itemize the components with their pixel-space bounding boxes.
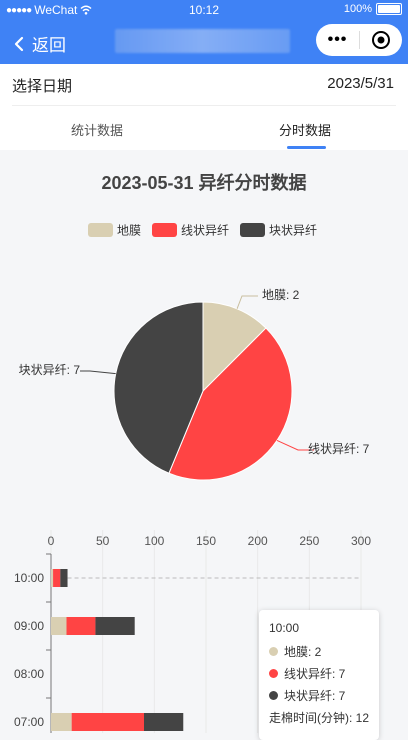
back-button[interactable]: 返回 [14,31,66,56]
tab-bar: 统计数据 分时数据 [0,106,408,150]
legend-dot [269,647,278,656]
bar-segment[interactable] [60,569,68,587]
more-menu-button[interactable]: ••• [316,31,359,49]
y-tick-label: 09:00 [14,619,44,633]
tooltip-footer: 走棉时间(分钟): 12 [269,711,370,725]
bar-segment[interactable] [71,713,144,731]
status-right: 100% [344,3,402,15]
chevron-left-icon [14,36,24,51]
battery-percent: 100% [343,3,372,15]
pie-chart: 地膜: 2 线状异纤: 7 块状异纤: 7 [19,288,370,481]
pie-slice-label: 地膜: 2 [262,288,300,302]
pie-leader-line [236,295,258,309]
x-tick-label: 150 [196,534,216,548]
status-bar: ●●●●● WeChat 10:12 100% [0,0,408,20]
date-label: 选择日期 [12,78,73,95]
battery-icon [376,3,402,15]
bar-segment[interactable] [51,617,67,635]
close-miniprogram-button[interactable] [360,30,402,50]
legend-label[interactable]: 线状异纤 [181,224,229,238]
tab-statistics[interactable]: 统计数据 [71,120,123,139]
legend-label[interactable]: 地膜 [117,224,141,238]
pie-slice-label: 块状异纤: 7 [19,363,81,377]
pie-chart-title: 2023-05-31 异纤分时数据 [101,172,306,193]
x-tick-label: 0 [48,534,55,548]
tooltip-row-label: 块状异纤: 7 [284,689,346,703]
y-tick-label: 08:00 [14,667,44,681]
y-tick-label: 10:00 [14,571,44,585]
legend-dot [269,691,278,700]
active-tab-indicator [287,146,326,149]
page-title-blurred [115,29,290,53]
legend-label[interactable]: 块状异纤 [269,224,317,238]
tooltip-row: 地膜: 2 [269,643,321,660]
pie-leader-line [80,370,116,375]
bar-segment[interactable] [53,569,61,587]
x-tick-label: 100 [144,534,164,548]
tooltip-row: 线状异纤: 7 [269,665,345,682]
bar-segment[interactable] [66,617,96,635]
bar-segment[interactable] [144,713,184,731]
legend-swatch[interactable] [152,223,177,237]
date-picker-row[interactable]: 选择日期 2023/5/31 [0,64,408,106]
legend-swatch[interactable] [88,223,113,237]
close-circle-icon [372,31,390,49]
tooltip-time: 10:00 [269,621,300,635]
tooltip-row: 块状异纤: 7 [269,687,345,704]
nav-bar: 返回 ••• [0,20,408,64]
pie-slice-label: 线状异纤: 7 [308,442,370,456]
x-tick-label: 250 [299,534,319,548]
mini-program-capsule: ••• [316,24,402,56]
y-tick-label: 07:00 [14,715,44,729]
back-label: 返回 [32,36,66,55]
bar-tooltip: 10:00 地膜: 2 线状异纤: 7 块状异纤: 7 走棉时间(分钟): 12 [259,610,379,740]
x-tick-label: 200 [248,534,268,548]
x-tick-label: 300 [351,534,371,548]
bar-segment[interactable] [51,713,72,731]
more-icon: ••• [327,31,348,48]
x-tick-label: 50 [96,534,110,548]
tooltip-row-label: 地膜: 2 [284,645,322,659]
bar-segment[interactable] [95,617,135,635]
tooltip-row-label: 线状异纤: 7 [284,667,346,681]
legend-dot [269,669,278,678]
tab-hourly[interactable]: 分时数据 [279,120,331,139]
bar-segment[interactable] [51,569,54,587]
pie-legend: 地膜 线状异纤 块状异纤 [88,223,317,238]
date-value[interactable]: 2023/5/31 [327,75,394,92]
legend-swatch[interactable] [240,223,265,237]
